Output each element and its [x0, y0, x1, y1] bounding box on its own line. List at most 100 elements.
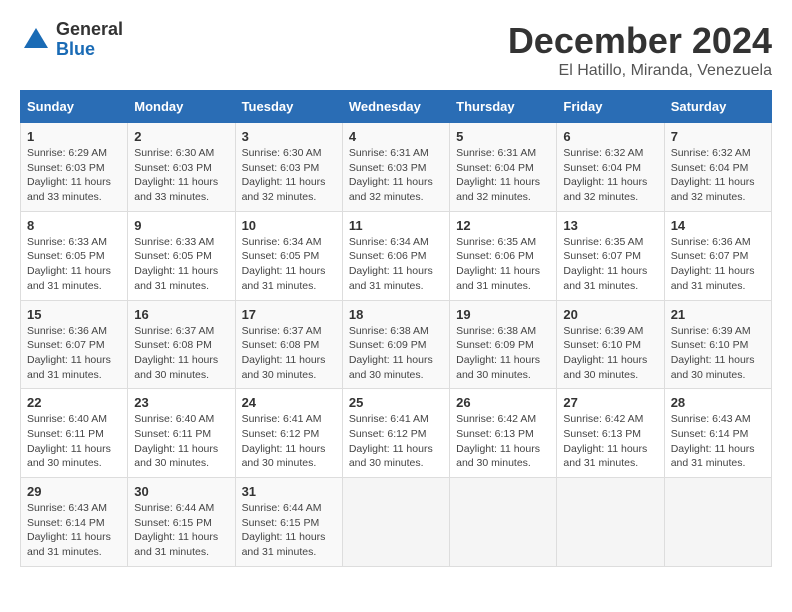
- day-info: Sunrise: 6:34 AMSunset: 6:05 PMDaylight:…: [242, 235, 336, 294]
- logo: General Blue: [20, 20, 123, 60]
- day-info: Sunrise: 6:33 AMSunset: 6:05 PMDaylight:…: [134, 235, 228, 294]
- day-number: 2: [134, 129, 228, 144]
- day-number: 10: [242, 218, 336, 233]
- calendar-cell: 27 Sunrise: 6:42 AMSunset: 6:13 PMDayligh…: [557, 389, 664, 478]
- day-info: Sunrise: 6:40 AMSunset: 6:11 PMDaylight:…: [27, 412, 121, 471]
- day-info: Sunrise: 6:37 AMSunset: 6:08 PMDaylight:…: [134, 324, 228, 383]
- column-header-saturday: Saturday: [664, 91, 771, 123]
- calendar-cell: 5 Sunrise: 6:31 AMSunset: 6:04 PMDaylight…: [450, 123, 557, 212]
- calendar-cell: 28 Sunrise: 6:43 AMSunset: 6:14 PMDayligh…: [664, 389, 771, 478]
- day-info: Sunrise: 6:32 AMSunset: 6:04 PMDaylight:…: [671, 146, 765, 205]
- calendar-week-row: 8Sunrise: 6:33 AMSunset: 6:05 PMDaylight…: [21, 211, 772, 300]
- calendar-cell: 1 Sunrise: 6:29 AMSunset: 6:03 PMDaylight…: [21, 123, 128, 212]
- day-info: Sunrise: 6:30 AMSunset: 6:03 PMDaylight:…: [242, 146, 336, 205]
- calendar-cell: 6Sunrise: 6:32 AMSunset: 6:04 PMDaylight…: [557, 123, 664, 212]
- calendar-week-row: 29 Sunrise: 6:43 AMSunset: 6:14 PMDayligh…: [21, 478, 772, 567]
- day-number: 1: [27, 129, 121, 144]
- logo-general: General: [56, 20, 123, 40]
- day-info: Sunrise: 6:43 AMSunset: 6:14 PMDaylight:…: [671, 412, 765, 471]
- column-header-wednesday: Wednesday: [342, 91, 449, 123]
- day-number: 21: [671, 307, 765, 322]
- calendar-cell: 2 Sunrise: 6:30 AMSunset: 6:03 PMDaylight…: [128, 123, 235, 212]
- day-number: 3: [242, 129, 336, 144]
- calendar-cell: 18 Sunrise: 6:38 AMSunset: 6:09 PMDayligh…: [342, 300, 449, 389]
- calendar-cell: 29 Sunrise: 6:43 AMSunset: 6:14 PMDayligh…: [21, 478, 128, 567]
- calendar-week-row: 1 Sunrise: 6:29 AMSunset: 6:03 PMDaylight…: [21, 123, 772, 212]
- day-number: 11: [349, 218, 443, 233]
- main-title: December 2024: [508, 20, 772, 62]
- calendar-cell: [664, 478, 771, 567]
- day-info: Sunrise: 6:41 AMSunset: 6:12 PMDaylight:…: [242, 412, 336, 471]
- day-info: Sunrise: 6:34 AMSunset: 6:06 PMDaylight:…: [349, 235, 443, 294]
- day-info: Sunrise: 6:30 AMSunset: 6:03 PMDaylight:…: [134, 146, 228, 205]
- calendar-cell: 20Sunrise: 6:39 AMSunset: 6:10 PMDayligh…: [557, 300, 664, 389]
- calendar-cell: 10 Sunrise: 6:34 AMSunset: 6:05 PMDayligh…: [235, 211, 342, 300]
- day-info: Sunrise: 6:39 AMSunset: 6:10 PMDaylight:…: [671, 324, 765, 383]
- day-info: Sunrise: 6:42 AMSunset: 6:13 PMDaylight:…: [456, 412, 550, 471]
- calendar-cell: 11 Sunrise: 6:34 AMSunset: 6:06 PMDayligh…: [342, 211, 449, 300]
- day-number: 5: [456, 129, 550, 144]
- day-number: 23: [134, 395, 228, 410]
- day-number: 6: [563, 129, 657, 144]
- day-number: 17: [242, 307, 336, 322]
- calendar-table: SundayMondayTuesdayWednesdayThursdayFrid…: [20, 90, 772, 567]
- day-info: Sunrise: 6:33 AMSunset: 6:05 PMDaylight:…: [27, 235, 121, 294]
- day-number: 29: [27, 484, 121, 499]
- calendar-cell: 3 Sunrise: 6:30 AMSunset: 6:03 PMDaylight…: [235, 123, 342, 212]
- day-number: 16: [134, 307, 228, 322]
- day-info: Sunrise: 6:38 AMSunset: 6:09 PMDaylight:…: [349, 324, 443, 383]
- logo-text: General Blue: [56, 20, 123, 60]
- day-info: Sunrise: 6:39 AMSunset: 6:10 PMDaylight:…: [563, 324, 657, 383]
- calendar-cell: 22 Sunrise: 6:40 AMSunset: 6:11 PMDayligh…: [21, 389, 128, 478]
- day-info: Sunrise: 6:36 AMSunset: 6:07 PMDaylight:…: [671, 235, 765, 294]
- day-info: Sunrise: 6:44 AMSunset: 6:15 PMDaylight:…: [134, 501, 228, 560]
- day-number: 7: [671, 129, 765, 144]
- day-info: Sunrise: 6:37 AMSunset: 6:08 PMDaylight:…: [242, 324, 336, 383]
- day-number: 15: [27, 307, 121, 322]
- day-info: Sunrise: 6:29 AMSunset: 6:03 PMDaylight:…: [27, 146, 121, 205]
- logo-icon: [20, 24, 52, 56]
- calendar-week-row: 15Sunrise: 6:36 AMSunset: 6:07 PMDayligh…: [21, 300, 772, 389]
- day-number: 4: [349, 129, 443, 144]
- calendar-cell: 26Sunrise: 6:42 AMSunset: 6:13 PMDayligh…: [450, 389, 557, 478]
- day-number: 27: [563, 395, 657, 410]
- day-info: Sunrise: 6:42 AMSunset: 6:13 PMDaylight:…: [563, 412, 657, 471]
- day-number: 31: [242, 484, 336, 499]
- day-number: 24: [242, 395, 336, 410]
- calendar-cell: 23Sunrise: 6:40 AMSunset: 6:11 PMDayligh…: [128, 389, 235, 478]
- calendar-cell: 15Sunrise: 6:36 AMSunset: 6:07 PMDayligh…: [21, 300, 128, 389]
- title-section: December 2024 El Hatillo, Miranda, Venez…: [508, 20, 772, 80]
- logo-blue: Blue: [56, 40, 123, 60]
- calendar-cell: 31Sunrise: 6:44 AMSunset: 6:15 PMDayligh…: [235, 478, 342, 567]
- day-info: Sunrise: 6:35 AMSunset: 6:07 PMDaylight:…: [563, 235, 657, 294]
- calendar-week-row: 22 Sunrise: 6:40 AMSunset: 6:11 PMDayligh…: [21, 389, 772, 478]
- calendar-cell: 21 Sunrise: 6:39 AMSunset: 6:10 PMDayligh…: [664, 300, 771, 389]
- calendar-cell: 17 Sunrise: 6:37 AMSunset: 6:08 PMDayligh…: [235, 300, 342, 389]
- day-number: 9: [134, 218, 228, 233]
- day-number: 28: [671, 395, 765, 410]
- calendar-cell: [450, 478, 557, 567]
- calendar-cell: 12 Sunrise: 6:35 AMSunset: 6:06 PMDayligh…: [450, 211, 557, 300]
- day-info: Sunrise: 6:43 AMSunset: 6:14 PMDaylight:…: [27, 501, 121, 560]
- day-number: 25: [349, 395, 443, 410]
- calendar-cell: 16 Sunrise: 6:37 AMSunset: 6:08 PMDayligh…: [128, 300, 235, 389]
- day-number: 12: [456, 218, 550, 233]
- calendar-header-row: SundayMondayTuesdayWednesdayThursdayFrid…: [21, 91, 772, 123]
- day-info: Sunrise: 6:31 AMSunset: 6:04 PMDaylight:…: [456, 146, 550, 205]
- column-header-sunday: Sunday: [21, 91, 128, 123]
- calendar-cell: 4 Sunrise: 6:31 AMSunset: 6:03 PMDaylight…: [342, 123, 449, 212]
- day-info: Sunrise: 6:31 AMSunset: 6:03 PMDaylight:…: [349, 146, 443, 205]
- calendar-cell: 8Sunrise: 6:33 AMSunset: 6:05 PMDaylight…: [21, 211, 128, 300]
- day-info: Sunrise: 6:35 AMSunset: 6:06 PMDaylight:…: [456, 235, 550, 294]
- page-header: General Blue December 2024 El Hatillo, M…: [20, 20, 772, 80]
- calendar-cell: 19Sunrise: 6:38 AMSunset: 6:09 PMDayligh…: [450, 300, 557, 389]
- calendar-cell: 7 Sunrise: 6:32 AMSunset: 6:04 PMDaylight…: [664, 123, 771, 212]
- column-header-tuesday: Tuesday: [235, 91, 342, 123]
- day-number: 18: [349, 307, 443, 322]
- calendar-cell: 9 Sunrise: 6:33 AMSunset: 6:05 PMDaylight…: [128, 211, 235, 300]
- day-number: 19: [456, 307, 550, 322]
- day-number: 14: [671, 218, 765, 233]
- calendar-cell: 30Sunrise: 6:44 AMSunset: 6:15 PMDayligh…: [128, 478, 235, 567]
- column-header-thursday: Thursday: [450, 91, 557, 123]
- day-number: 22: [27, 395, 121, 410]
